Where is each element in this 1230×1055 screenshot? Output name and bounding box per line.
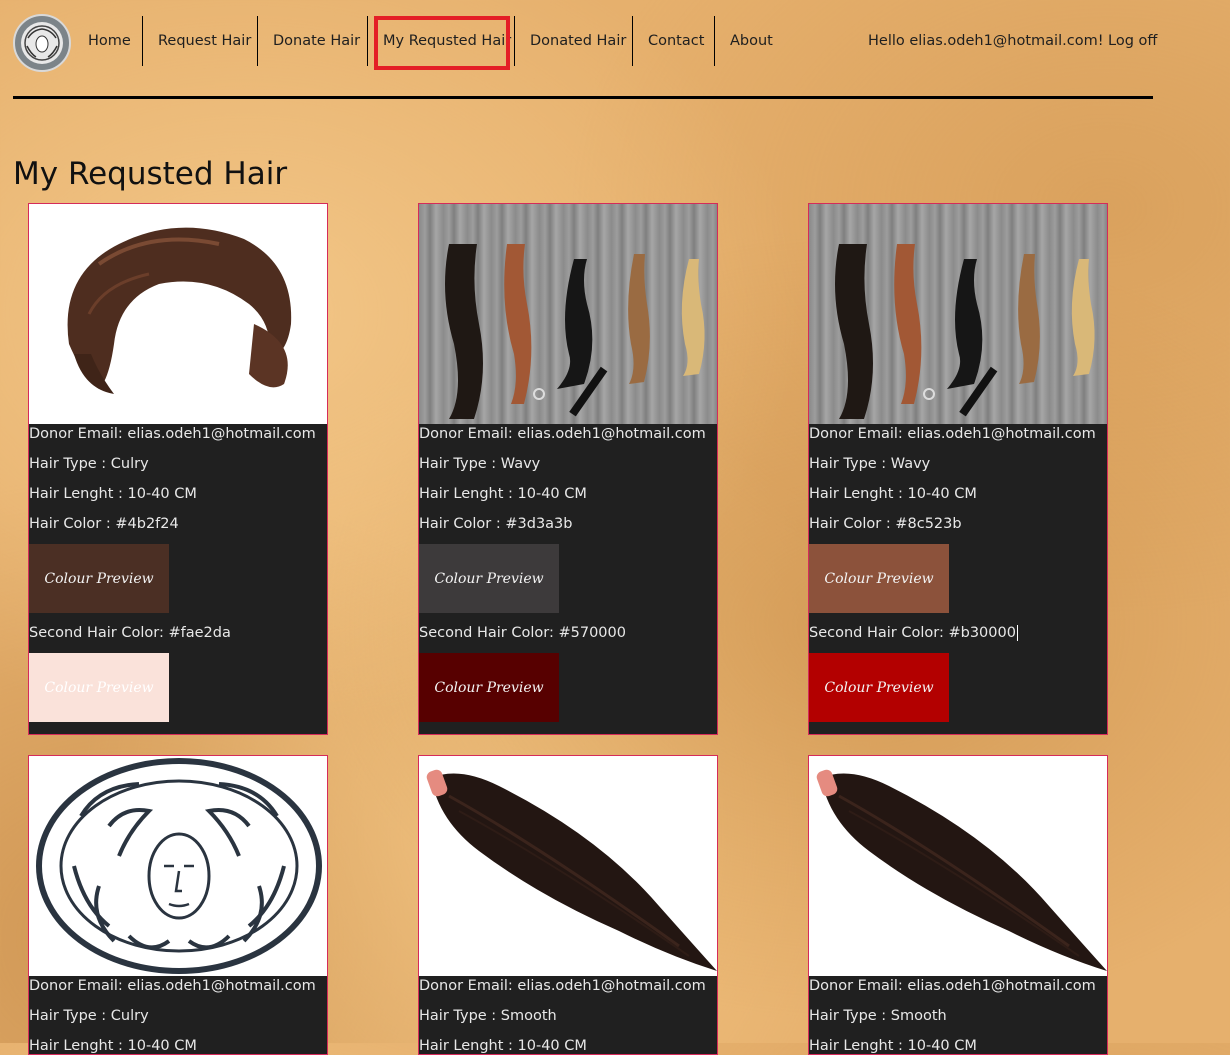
second-colour-preview-button[interactable]: Colour Preview: [419, 653, 559, 722]
medusa-logo-image: [29, 756, 327, 976]
hair-type: Hair Type : Culry: [29, 1008, 149, 1024]
hair-bundles-image: [809, 204, 1107, 424]
colour-preview-button[interactable]: Colour Preview: [419, 544, 559, 613]
hair-color: Hair Color : #3d3a3b: [419, 516, 573, 532]
donor-email: Donor Email: elias.odeh1@hotmail.com: [29, 426, 316, 442]
donor-email: Donor Email: elias.odeh1@hotmail.com: [809, 978, 1096, 994]
hair-length: Hair Lenght : 10-40 CM: [809, 486, 977, 502]
hair-color: Hair Color : #4b2f24: [29, 516, 179, 532]
second-hair-color: Second Hair Color: #570000: [419, 625, 626, 641]
hair-card: Donor Email: elias.odeh1@hotmail.com Hai…: [418, 203, 718, 735]
hair-type: Hair Type : Wavy: [809, 456, 931, 472]
nav-donate-hair[interactable]: Donate Hair: [273, 16, 360, 66]
second-colour-preview-button[interactable]: Colour Preview: [29, 653, 169, 722]
donor-email: Donor Email: elias.odeh1@hotmail.com: [29, 978, 316, 994]
donor-email: Donor Email: elias.odeh1@hotmail.com: [809, 426, 1096, 442]
nav-home[interactable]: Home: [88, 16, 131, 66]
hair-card: Donor Email: elias.odeh1@hotmail.com Hai…: [808, 203, 1108, 735]
active-nav-highlight: [374, 16, 510, 70]
nav-divider: [257, 16, 258, 66]
page-title: My Requsted Hair: [13, 156, 288, 192]
hair-type: Hair Type : Smooth: [419, 1008, 557, 1024]
short-brown-wig-image: [29, 204, 327, 424]
hair-type: Hair Type : Smooth: [809, 1008, 947, 1024]
donor-email: Donor Email: elias.odeh1@hotmail.com: [419, 426, 706, 442]
hair-length: Hair Lenght : 10-40 CM: [809, 1038, 977, 1054]
straight-ponytail-image: [809, 756, 1107, 976]
hair-color: Hair Color : #8c523b: [809, 516, 962, 532]
hair-card: Donor Email: elias.odeh1@hotmail.com Hai…: [28, 755, 328, 1055]
donor-email: Donor Email: elias.odeh1@hotmail.com: [419, 978, 706, 994]
hair-card: Donor Email: elias.odeh1@hotmail.com Hai…: [28, 203, 328, 735]
hair-card: Donor Email: elias.odeh1@hotmail.com Hai…: [418, 755, 718, 1055]
hair-length: Hair Lenght : 10-40 CM: [419, 486, 587, 502]
colour-preview-button[interactable]: Colour Preview: [29, 544, 169, 613]
hair-type: Hair Type : Wavy: [419, 456, 541, 472]
hair-type: Hair Type : Culry: [29, 456, 149, 472]
hair-length: Hair Lenght : 10-40 CM: [29, 486, 197, 502]
logoff-link[interactable]: Log off: [1108, 16, 1157, 66]
nav-donated-hair[interactable]: Donated Hair: [530, 16, 626, 66]
straight-ponytail-image: [419, 756, 717, 976]
nav-request-hair[interactable]: Request Hair: [158, 16, 251, 66]
nav-divider: [514, 16, 515, 66]
nav-divider: [714, 16, 715, 66]
nav-divider: [367, 16, 368, 66]
nav-divider: [142, 16, 143, 66]
hair-bundles-image: [419, 204, 717, 424]
nav-about[interactable]: About: [730, 16, 773, 66]
nav-contact[interactable]: Contact: [648, 16, 704, 66]
site-logo[interactable]: [13, 14, 71, 72]
hair-card: Donor Email: elias.odeh1@hotmail.com Hai…: [808, 755, 1108, 1055]
nav-divider: [632, 16, 633, 66]
second-hair-color: Second Hair Color: #fae2da: [29, 625, 231, 641]
medusa-logo-icon: [21, 22, 63, 64]
nav-divider-line: [13, 96, 1153, 99]
second-colour-preview-button[interactable]: Colour Preview: [809, 653, 949, 722]
user-greeting-link[interactable]: Hello elias.odeh1@hotmail.com!: [868, 16, 1104, 66]
colour-preview-button[interactable]: Colour Preview: [809, 544, 949, 613]
hair-length: Hair Lenght : 10-40 CM: [419, 1038, 587, 1054]
second-hair-color: Second Hair Color: #b30000: [809, 625, 1018, 641]
text-cursor: [1016, 625, 1018, 641]
hair-length: Hair Lenght : 10-40 CM: [29, 1038, 197, 1054]
